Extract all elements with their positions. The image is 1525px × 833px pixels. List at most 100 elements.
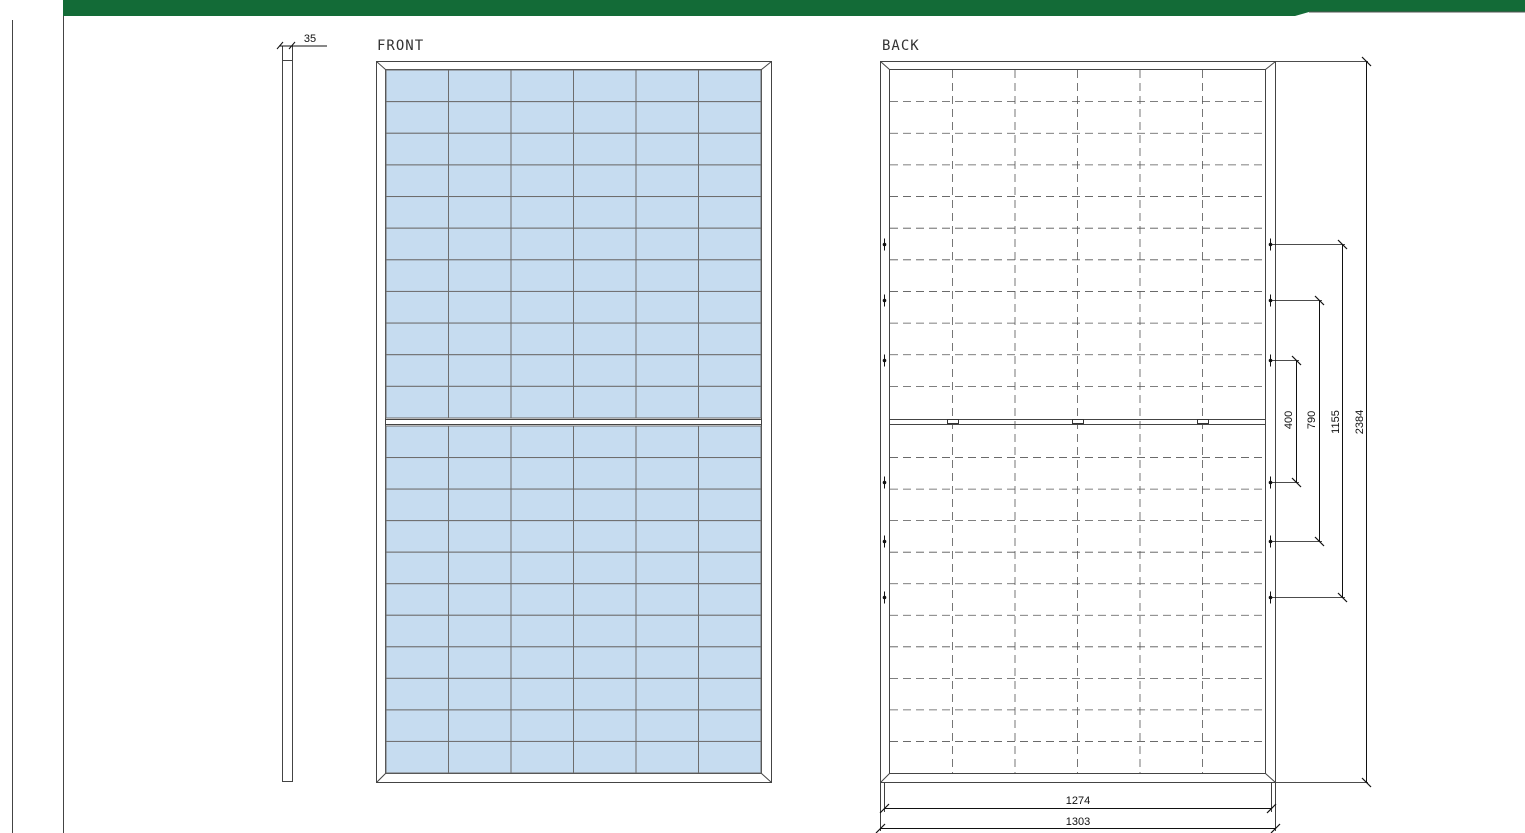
mounting-hole-mark bbox=[882, 480, 887, 485]
junction-box-center bbox=[1072, 419, 1084, 424]
solar-cell bbox=[573, 227, 637, 261]
solar-cell bbox=[448, 520, 512, 553]
solar-cell bbox=[698, 488, 762, 522]
solar-cell bbox=[385, 290, 449, 324]
solar-cell bbox=[510, 520, 574, 553]
solar-cell bbox=[573, 425, 637, 459]
solar-cell bbox=[573, 354, 637, 387]
solar-cell bbox=[385, 132, 449, 166]
solar-cell bbox=[635, 354, 699, 387]
back-view: BACK bbox=[880, 38, 1276, 783]
solar-cell bbox=[573, 101, 637, 134]
solar-cell bbox=[573, 551, 637, 585]
solar-cell bbox=[698, 69, 762, 103]
solar-cell bbox=[635, 132, 699, 166]
solar-cell bbox=[698, 164, 762, 198]
solar-cell bbox=[698, 227, 762, 261]
solar-cell bbox=[635, 227, 699, 261]
solar-cell bbox=[510, 69, 574, 103]
solar-cell bbox=[573, 69, 637, 103]
solar-cell bbox=[385, 164, 449, 198]
solar-cell bbox=[385, 488, 449, 522]
solar-cell bbox=[698, 457, 762, 490]
solar-cell bbox=[448, 425, 512, 459]
solar-cell bbox=[573, 196, 637, 229]
solar-cell bbox=[635, 488, 699, 522]
solar-cell bbox=[385, 646, 449, 679]
solar-cell bbox=[448, 646, 512, 679]
solar-cell bbox=[698, 196, 762, 229]
solar-cell bbox=[698, 677, 762, 711]
mounting-hole-mark bbox=[882, 539, 887, 544]
solar-cell bbox=[510, 457, 574, 490]
solar-cell bbox=[698, 740, 762, 774]
solar-cell bbox=[573, 709, 637, 742]
solar-cell bbox=[635, 457, 699, 490]
solar-cell bbox=[573, 290, 637, 324]
solar-cell bbox=[448, 709, 512, 742]
solar-cell bbox=[635, 196, 699, 229]
solar-cell bbox=[385, 385, 449, 419]
solar-cell bbox=[510, 132, 574, 166]
solar-cell bbox=[385, 583, 449, 616]
solar-cell bbox=[510, 101, 574, 134]
solar-cell bbox=[510, 646, 574, 679]
solar-cell bbox=[698, 101, 762, 134]
solar-cell bbox=[510, 354, 574, 387]
mounting-hole-mark bbox=[882, 595, 887, 600]
solar-cell bbox=[448, 740, 512, 774]
solar-cell bbox=[510, 290, 574, 324]
solar-cell bbox=[448, 488, 512, 522]
solar-cell bbox=[510, 425, 574, 459]
hole-dim-outer-label: 1155 bbox=[1330, 410, 1342, 434]
solar-cell bbox=[573, 583, 637, 616]
solar-cell bbox=[510, 614, 574, 648]
solar-cell bbox=[385, 551, 449, 585]
hole-dim-middle-label: 790 bbox=[1306, 411, 1318, 429]
solar-cell bbox=[448, 583, 512, 616]
solar-cell bbox=[635, 677, 699, 711]
solar-cell bbox=[573, 677, 637, 711]
hole-dim-inner-label: 400 bbox=[1283, 411, 1295, 429]
solar-cell bbox=[698, 385, 762, 419]
solar-cell bbox=[510, 709, 574, 742]
total-width-dim-label: 1303 bbox=[1066, 816, 1090, 828]
solar-cell bbox=[573, 322, 637, 356]
solar-cell bbox=[448, 322, 512, 356]
solar-cell bbox=[698, 614, 762, 648]
solar-cell bbox=[385, 227, 449, 261]
side-view: 35 bbox=[276, 33, 327, 782]
solar-cell bbox=[635, 583, 699, 616]
solar-cell bbox=[635, 614, 699, 648]
solar-cell bbox=[573, 457, 637, 490]
inner-width-dim-label: 1274 bbox=[1066, 795, 1090, 807]
solar-cell bbox=[510, 583, 574, 616]
back-view-label: BACK bbox=[882, 38, 920, 54]
solar-cell bbox=[698, 583, 762, 616]
solar-cell bbox=[385, 101, 449, 134]
solar-cell bbox=[510, 259, 574, 292]
solar-cell bbox=[385, 614, 449, 648]
solar-cell bbox=[573, 164, 637, 198]
solar-cell bbox=[448, 69, 512, 103]
solar-cell bbox=[573, 614, 637, 648]
junction-box-right bbox=[1197, 419, 1209, 424]
mounting-hole-mark bbox=[882, 242, 887, 247]
solar-cell bbox=[385, 69, 449, 103]
solar-cell bbox=[698, 290, 762, 324]
solar-cell bbox=[385, 709, 449, 742]
mounting-hole-mark bbox=[882, 298, 887, 303]
solar-cell bbox=[698, 322, 762, 356]
solar-cell bbox=[510, 322, 574, 356]
length-dim-label: 2384 bbox=[1354, 410, 1366, 434]
solar-cell bbox=[573, 646, 637, 679]
solar-cell bbox=[698, 551, 762, 585]
junction-box-left bbox=[947, 419, 959, 424]
solar-cell bbox=[698, 259, 762, 292]
solar-cell bbox=[698, 520, 762, 553]
solar-cell bbox=[635, 290, 699, 324]
solar-cell bbox=[385, 520, 449, 553]
solar-cell bbox=[385, 740, 449, 774]
solar-cell bbox=[635, 520, 699, 553]
solar-cell bbox=[698, 709, 762, 742]
